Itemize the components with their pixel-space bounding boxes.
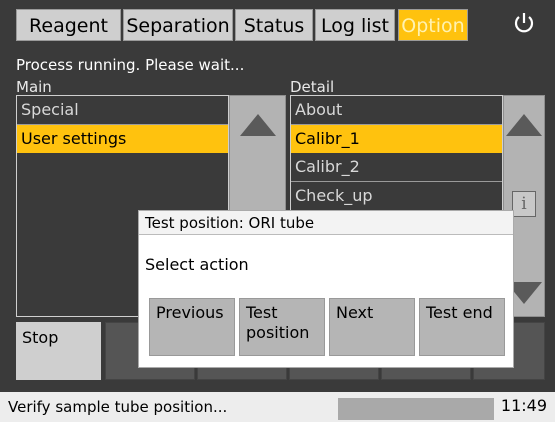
tab-log-list[interactable]: Log list bbox=[315, 9, 395, 41]
main-column-label: Main bbox=[16, 78, 52, 96]
detail-list-item-calibr-2[interactable]: Calibr_2 bbox=[291, 153, 502, 182]
status-progress-bar bbox=[338, 398, 494, 420]
status-message: Verify sample tube position... bbox=[8, 398, 228, 416]
tab-reagent[interactable]: Reagent bbox=[16, 9, 121, 41]
test-position-button[interactable]: Test position bbox=[239, 298, 325, 356]
detail-column-label: Detail bbox=[290, 78, 335, 96]
previous-button[interactable]: Previous bbox=[149, 298, 235, 356]
detail-list-item-calibr-1[interactable]: Calibr_1 bbox=[291, 125, 502, 153]
test-position-dialog: Test position: ORI tube Select action Pr… bbox=[138, 210, 514, 368]
status-clock: 11:49 bbox=[500, 396, 547, 415]
power-icon[interactable] bbox=[511, 10, 537, 36]
tab-option[interactable]: Option bbox=[398, 9, 468, 41]
process-status-text: Process running. Please wait... bbox=[16, 56, 245, 74]
main-list-item-user-settings[interactable]: User settings bbox=[17, 125, 228, 153]
dialog-message: Select action bbox=[145, 255, 249, 274]
stop-button[interactable]: Stop bbox=[16, 322, 101, 380]
tab-status[interactable]: Status bbox=[235, 9, 313, 41]
test-end-button[interactable]: Test end bbox=[419, 298, 505, 356]
arrow-up-icon[interactable] bbox=[240, 114, 276, 136]
info-icon[interactable]: i bbox=[512, 191, 536, 217]
main-list-item-special[interactable]: Special bbox=[17, 96, 228, 125]
next-button[interactable]: Next bbox=[329, 298, 415, 356]
tab-separation[interactable]: Separation bbox=[123, 9, 233, 41]
arrow-up-icon[interactable] bbox=[506, 114, 542, 136]
dialog-title: Test position: ORI tube bbox=[139, 211, 513, 235]
detail-list-item-check-up[interactable]: Check_up bbox=[291, 182, 502, 211]
detail-list-item-about[interactable]: About bbox=[291, 96, 502, 125]
